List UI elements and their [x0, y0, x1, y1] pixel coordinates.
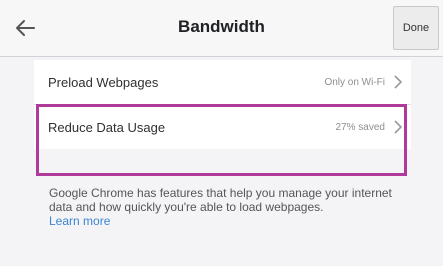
chevron-right-icon: [394, 120, 402, 134]
row-value: 27% saved: [335, 121, 385, 133]
learn-more-link[interactable]: Learn more: [49, 214, 110, 228]
description-text: Google Chrome has features that help you…: [49, 186, 399, 228]
navigation-bar: Bandwidth Done: [0, 0, 443, 57]
row-label: Preload Webpages: [48, 74, 159, 90]
settings-list: Preload Webpages Only on Wi-Fi Reduce Da…: [34, 60, 411, 149]
chevron-right-icon: [394, 75, 402, 89]
preload-webpages-row[interactable]: Preload Webpages Only on Wi-Fi: [34, 60, 411, 104]
row-label: Reduce Data Usage: [48, 119, 166, 135]
page-title: Bandwidth: [178, 17, 265, 36]
done-button[interactable]: Done: [393, 6, 439, 50]
row-value: Only on Wi-Fi: [324, 76, 385, 88]
description-body: Google Chrome has features that help you…: [49, 186, 392, 214]
reduce-data-usage-row[interactable]: Reduce Data Usage 27% saved: [34, 104, 411, 149]
